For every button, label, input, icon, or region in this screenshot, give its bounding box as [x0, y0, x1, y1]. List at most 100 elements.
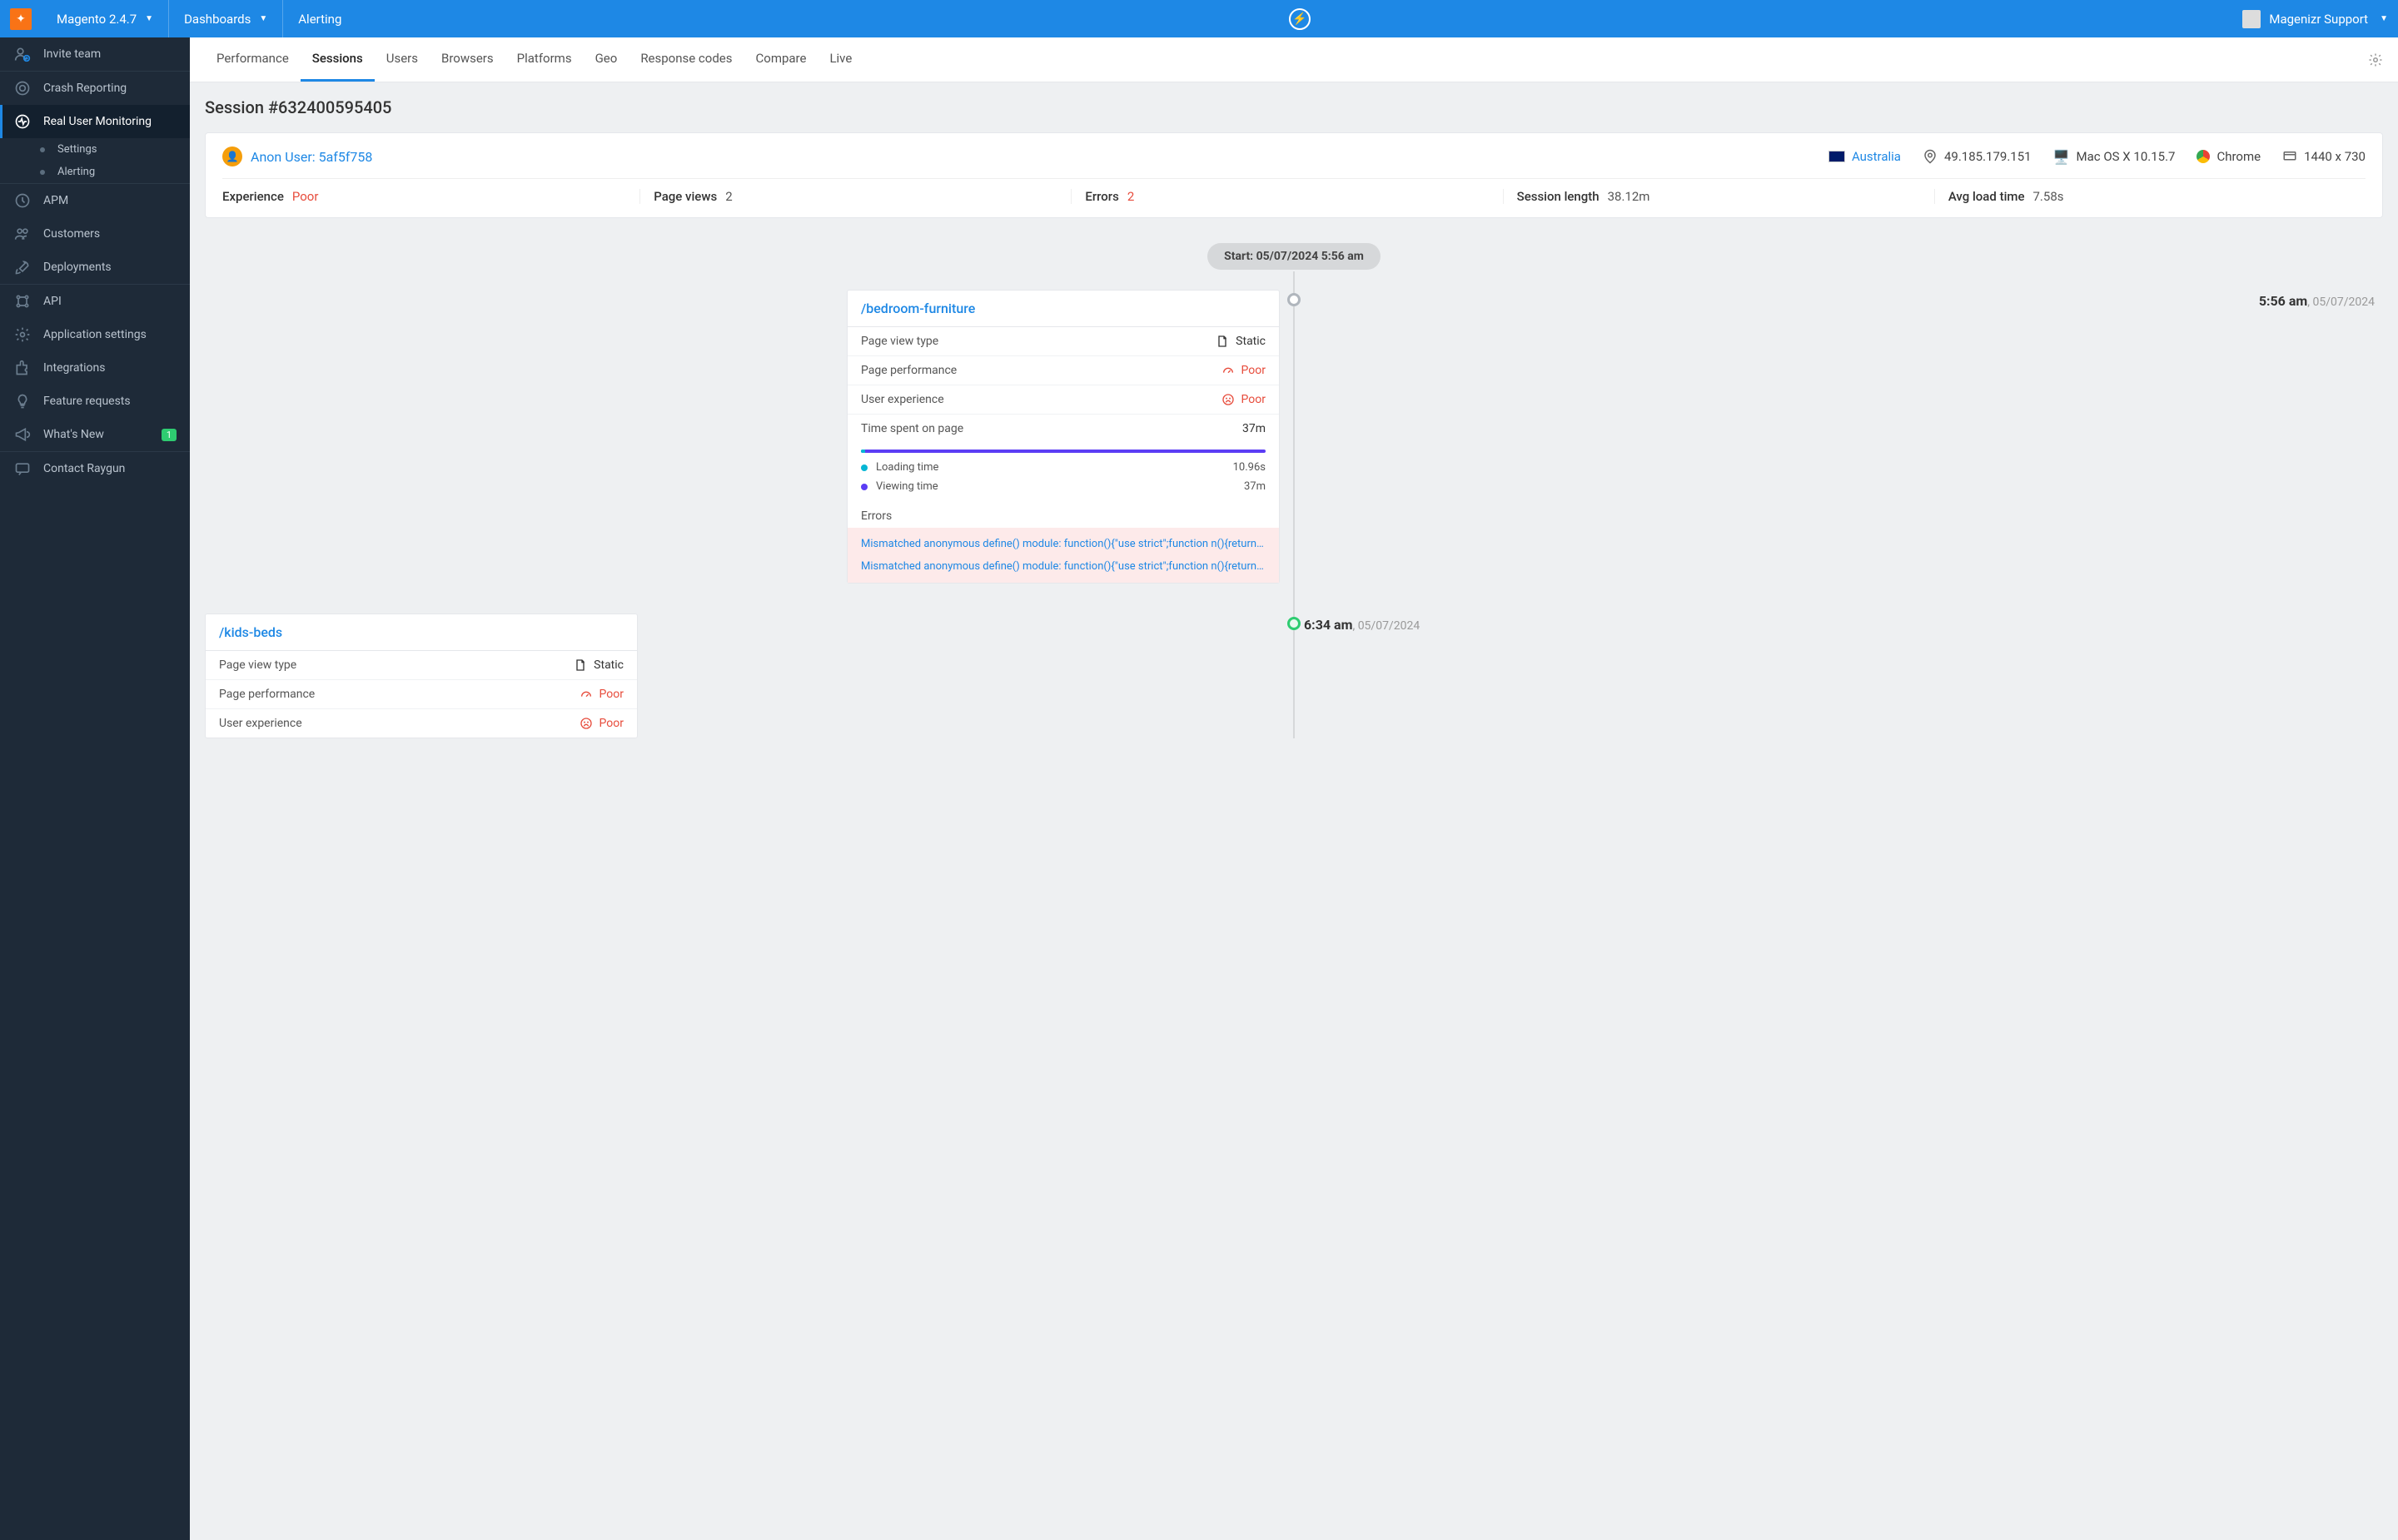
page-url-link[interactable]: /bedroom-furniture: [861, 301, 975, 316]
timeline-marker-icon: [1287, 293, 1301, 306]
sidebar-item-app-settings[interactable]: Application settings: [0, 318, 190, 351]
bullet-icon: [40, 147, 45, 152]
gear-icon: [13, 326, 32, 343]
tab-platforms[interactable]: Platforms: [505, 37, 584, 82]
sidebar-item-customers[interactable]: Customers: [0, 217, 190, 251]
anon-user-name[interactable]: Anon User: 5af5f758: [251, 149, 372, 165]
bolt-icon[interactable]: ⚡: [1289, 8, 1311, 30]
header-right: Magenizr Support ▼: [2242, 10, 2398, 28]
sidebar-label: Application settings: [43, 328, 147, 341]
tab-browsers[interactable]: Browsers: [430, 37, 505, 82]
bullet-icon: [40, 170, 45, 175]
session-title: Session #632400595405: [205, 97, 2383, 117]
kv-value: Poor: [580, 717, 624, 730]
pageview-card: /kids-beds Page view type Static Page pe…: [205, 614, 638, 738]
error-link[interactable]: Mismatched anonymous define() module: fu…: [848, 555, 1279, 578]
browser-icon: [2197, 150, 2210, 163]
gear-icon[interactable]: [2368, 52, 2383, 67]
tab-compare[interactable]: Compare: [744, 37, 818, 82]
sidebar-label: Settings: [57, 143, 97, 156]
sidebar-item-crash-reporting[interactable]: Crash Reporting: [0, 72, 190, 105]
sidebar-item-apm[interactable]: APM: [0, 184, 190, 217]
tabs-bar: Performance Sessions Users Browsers Plat…: [190, 37, 2398, 82]
sidebar-item-invite[interactable]: Invite team: [0, 37, 190, 71]
pageview-card: /bedroom-furniture Page view type Static…: [847, 290, 1280, 584]
dashboards-menu[interactable]: Dashboards ▼: [169, 0, 283, 37]
sidebar-label: Deployments: [43, 261, 112, 274]
kv-value: 37m: [1242, 422, 1266, 435]
sidebar-item-rum-alerting[interactable]: Alerting: [0, 161, 190, 183]
tab-geo[interactable]: Geo: [584, 37, 629, 82]
sidebar-item-whats-new[interactable]: What's New 1: [0, 418, 190, 451]
os-value: Mac OS X 10.15.7: [2077, 149, 2176, 164]
alerting-label: Alerting: [298, 12, 341, 27]
tab-live[interactable]: Live: [818, 37, 863, 82]
sidebar-label: Crash Reporting: [43, 82, 127, 95]
country-value[interactable]: Australia: [1852, 149, 1901, 164]
meta-browser: Chrome: [2197, 149, 2261, 164]
legend-label: Viewing time: [876, 480, 938, 493]
anon-user-link[interactable]: 👤 Anon User: 5af5f758: [222, 147, 372, 166]
kv-label: User experience: [861, 393, 944, 406]
megaphone-icon: [13, 426, 32, 443]
sidebar-item-api[interactable]: API: [0, 285, 190, 318]
viewport-value: 1440 x 730: [2304, 149, 2366, 164]
main: Performance Sessions Users Browsers Plat…: [190, 37, 2398, 1540]
sidebar-item-integrations[interactable]: Integrations: [0, 351, 190, 385]
sad-face-icon: [580, 717, 593, 730]
sidebar-item-rum[interactable]: Real User Monitoring: [0, 105, 190, 138]
stat-errors: Errors 2: [1071, 189, 1502, 204]
stat-page-views: Page views 2: [639, 189, 1071, 204]
kv-label: Page view type: [219, 658, 296, 672]
time-progress-bar: [861, 450, 1266, 453]
tab-response-codes[interactable]: Response codes: [629, 37, 744, 82]
chevron-down-icon[interactable]: ▼: [2380, 14, 2388, 23]
kv-value: Poor: [580, 688, 624, 701]
sidebar-label: Contact Raygun: [43, 462, 125, 475]
sidebar-item-rum-settings[interactable]: Settings: [0, 138, 190, 161]
stat-avg-load: Avg load time 7.58s: [1934, 189, 2366, 204]
document-icon: [1216, 335, 1229, 348]
kv-value: Static: [1216, 335, 1266, 348]
flag-icon: [1828, 151, 1845, 162]
page-url-link[interactable]: /kids-beds: [219, 624, 282, 640]
header-left: ✦ Magento 2.4.7 ▼ Dashboards ▼ Alerting: [0, 0, 356, 37]
user-name[interactable]: Magenizr Support: [2269, 12, 2368, 27]
meta-viewport: 1440 x 730: [2282, 149, 2366, 164]
sidebar-label: Real User Monitoring: [43, 115, 152, 128]
dot-icon: [861, 484, 868, 490]
legend-value: 10.96s: [1233, 461, 1266, 474]
error-list: Mismatched anonymous define() module: fu…: [848, 528, 1279, 583]
app-name: Magento 2.4.7: [57, 12, 137, 27]
alerting-menu[interactable]: Alerting: [283, 0, 356, 37]
sidebar-item-contact[interactable]: Contact Raygun: [0, 452, 190, 485]
top-header: ✦ Magento 2.4.7 ▼ Dashboards ▼ Alerting …: [0, 0, 2398, 37]
chevron-down-icon: ▼: [259, 14, 267, 23]
sidebar-item-deployments[interactable]: Deployments: [0, 251, 190, 284]
event-time: 6:34 am: [1304, 617, 1352, 633]
user-avatar[interactable]: [2242, 10, 2261, 28]
legend-label: Loading time: [876, 461, 938, 474]
sidebar-label: What's New: [43, 428, 104, 441]
timeline-start-pill: Start: 05/07/2024 5:56 am: [1207, 243, 1381, 270]
kv-value: Poor: [1221, 393, 1266, 406]
crash-icon: [13, 80, 32, 97]
sidebar-label: API: [43, 295, 62, 308]
sidebar-item-feature-requests[interactable]: Feature requests: [0, 385, 190, 418]
location-icon: [1923, 149, 1938, 164]
event-date: 05/07/2024: [2313, 296, 2376, 309]
tab-users[interactable]: Users: [375, 37, 430, 82]
timeline-marker-icon: [1287, 617, 1301, 630]
app-logo-icon[interactable]: ✦: [10, 8, 32, 30]
kv-label: User experience: [219, 717, 302, 730]
meta-country[interactable]: Australia: [1828, 149, 1901, 164]
tab-sessions[interactable]: Sessions: [301, 37, 375, 82]
event-date: 05/07/2024: [1358, 619, 1420, 633]
app-selector[interactable]: Magento 2.4.7 ▼: [42, 0, 169, 37]
sidebar: Invite team Crash Reporting Real User Mo…: [0, 37, 190, 1540]
error-link[interactable]: Mismatched anonymous define() module: fu…: [848, 533, 1279, 555]
gauge-icon: [1221, 364, 1235, 377]
tab-performance[interactable]: Performance: [205, 37, 301, 82]
stat-session-length: Session length 38.12m: [1503, 189, 1934, 204]
legend-value: 37m: [1244, 480, 1266, 493]
